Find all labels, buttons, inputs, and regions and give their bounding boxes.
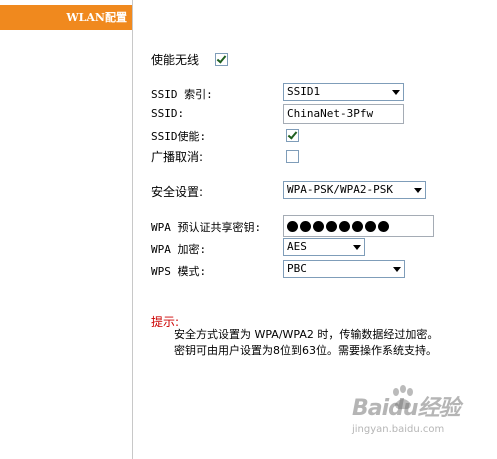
wpa-encryption-label: WPA 加密:: [151, 243, 207, 256]
dropdown-arrow-icon: [392, 90, 400, 95]
password-mask-dot: [287, 220, 298, 232]
wpa-encryption-select[interactable]: AES: [283, 238, 365, 256]
wps-mode-value: PBC: [287, 262, 307, 275]
ssid-index-label: SSID 索引:: [151, 88, 213, 101]
baidu-jingyan-watermark: Baidu经验 jingyan.baidu.com: [352, 384, 470, 444]
password-mask-dot: [339, 220, 350, 232]
baidu-paw-icon: [393, 385, 413, 410]
wpa-psk-input[interactable]: [283, 215, 434, 237]
wps-mode-label: WPS 模式:: [151, 265, 207, 278]
dropdown-arrow-icon: [353, 245, 361, 250]
dropdown-arrow-icon: [393, 267, 401, 272]
broadcast-cancel-checkbox[interactable]: [286, 150, 299, 163]
security-label: 安全设置:: [151, 185, 204, 199]
broadcast-cancel-label: 广播取消:: [151, 150, 204, 164]
ssid-input[interactable]: ChinaNet-3Pfw: [283, 104, 404, 124]
security-select[interactable]: WPA-PSK/WPA2-PSK: [283, 181, 426, 199]
sidebar-tab-label: WLAN配置: [66, 11, 127, 24]
hint-line-1: 安全方式设置为 WPA/WPA2 时，传输数据经过加密。: [174, 328, 439, 341]
checkmark-icon: [287, 129, 298, 140]
wps-mode-select[interactable]: PBC: [283, 260, 405, 278]
security-value: WPA-PSK/WPA2-PSK: [287, 183, 393, 196]
password-mask-dot: [313, 220, 324, 232]
ssid-enable-label: SSID使能:: [151, 130, 207, 143]
password-mask-dot: [365, 220, 376, 232]
wpa-encryption-value: AES: [287, 240, 307, 253]
sidebar: WLAN配置: [0, 0, 133, 459]
dropdown-arrow-icon: [414, 188, 422, 193]
enable-wireless-label: 使能无线: [151, 53, 200, 67]
enable-wireless-checkbox[interactable]: [215, 53, 228, 66]
checkmark-icon: [216, 53, 227, 64]
hint-line-2: 密钥可由用户设置为8位到63位。需要操作系统支持。: [174, 344, 437, 357]
ssid-enable-checkbox[interactable]: [286, 129, 299, 142]
ssid-index-select[interactable]: SSID1: [283, 83, 404, 101]
ssid-value: ChinaNet-3Pfw: [287, 107, 374, 120]
password-mask-dot: [300, 220, 311, 232]
watermark-url: jingyan.baidu.com: [352, 424, 445, 435]
sidebar-tab-wlan-config[interactable]: WLAN配置: [0, 5, 132, 30]
password-mask-dot: [378, 220, 389, 232]
wpa-psk-label: WPA 预认证共享密钥:: [151, 221, 262, 234]
password-mask-dot: [326, 220, 337, 232]
ssid-label: SSID:: [151, 107, 185, 120]
password-mask-dot: [352, 220, 363, 232]
ssid-index-value: SSID1: [287, 85, 321, 98]
